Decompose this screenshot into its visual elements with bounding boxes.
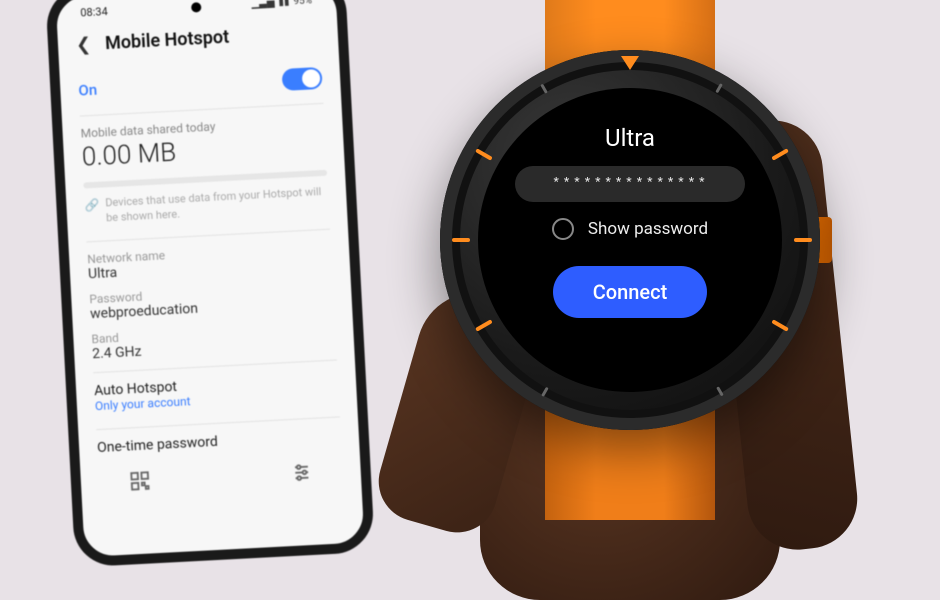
password-input[interactable]: *************** — [515, 166, 745, 202]
phone-device: 08:34 ▁▃▅ ▮▮ 95% ❮ Mobile Hotspot On Mob… — [45, 0, 375, 567]
watch-bezel: Ultra *************** Show password Conn… — [440, 50, 820, 430]
status-time: 08:34 — [80, 5, 108, 19]
auto-hotspot-row[interactable]: Auto Hotspot Only your account — [94, 370, 339, 413]
password-row[interactable]: Password webproeducation — [89, 279, 334, 322]
data-usage-block: Mobile data shared today 0.00 MB 🔗 Devic… — [80, 114, 329, 227]
show-password-checkbox[interactable] — [552, 218, 574, 240]
divider — [86, 228, 330, 242]
wifi-icon: ▁▃▅ — [251, 0, 275, 9]
wifi-network-name: Ultra — [605, 124, 655, 152]
network-name-row[interactable]: Network name Ultra — [87, 239, 332, 282]
show-password-label: Show password — [588, 219, 708, 239]
status-icons: ▁▃▅ ▮▮ 95% — [251, 0, 312, 9]
divider — [93, 359, 337, 373]
qr-code-icon[interactable] — [128, 469, 151, 496]
one-time-password-row[interactable]: One-time password — [97, 427, 342, 456]
back-icon[interactable]: ❮ — [76, 34, 92, 56]
page-title: Mobile Hotspot — [105, 27, 230, 54]
connect-button[interactable]: Connect — [553, 266, 707, 318]
hint-text: Devices that use data from your Hotspot … — [105, 184, 329, 226]
configure-icon[interactable] — [290, 461, 313, 488]
usage-hint: 🔗 Devices that use data from your Hotspo… — [84, 184, 329, 228]
divider — [96, 416, 340, 430]
band-row[interactable]: Band 2.4 GHz — [91, 319, 336, 362]
bezel-top-marker-icon — [621, 56, 639, 70]
bottom-action-bar — [98, 455, 343, 498]
toggle-switch[interactable] — [282, 67, 323, 91]
signal-icon: ▮▮ — [278, 0, 290, 8]
toggle-label: On — [78, 81, 98, 100]
show-password-row[interactable]: Show password — [552, 218, 708, 240]
watch-screen: Ultra *************** Show password Conn… — [478, 88, 782, 392]
watch-device: Ultra *************** Show password Conn… — [440, 50, 820, 430]
link-icon: 🔗 — [84, 197, 100, 215]
battery-text: 95% — [293, 0, 312, 7]
